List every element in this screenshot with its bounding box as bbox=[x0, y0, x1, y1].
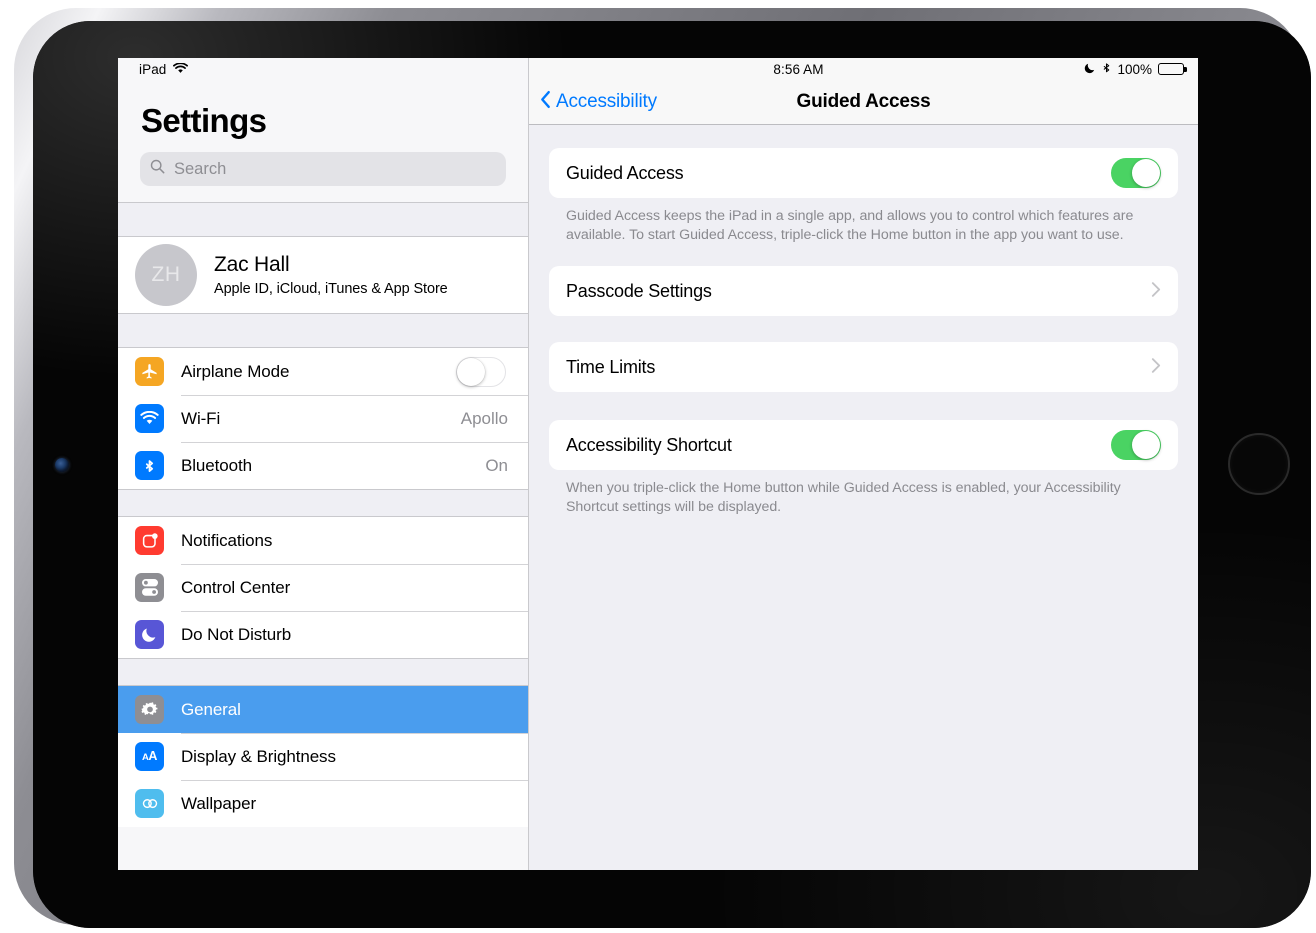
detail-pane: 8:56 AM 100% Accessibility Guided Access… bbox=[529, 58, 1198, 870]
sidebar-item-label: Display & Brightness bbox=[181, 746, 336, 766]
sidebar-group-separator bbox=[118, 489, 528, 517]
sidebar-item-wallpaper[interactable]: Wallpaper bbox=[118, 780, 528, 827]
back-button-label: Accessibility bbox=[556, 91, 657, 112]
sidebar-status-bar: iPad bbox=[118, 58, 528, 80]
avatar: ZH bbox=[135, 244, 197, 306]
wifi-icon bbox=[173, 62, 189, 77]
accessibility-shortcut-footnote: When you triple-click the Home button wh… bbox=[566, 480, 1121, 515]
sidebar-item-label: Do Not Disturb bbox=[181, 624, 292, 644]
detail-status-bar: 8:56 AM 100% bbox=[529, 58, 1198, 80]
sidebar-group-separator bbox=[118, 202, 528, 237]
front-camera-icon bbox=[55, 458, 69, 472]
sidebar-item-label: Bluetooth bbox=[181, 455, 252, 475]
sidebar-item-label: Airplane Mode bbox=[181, 361, 290, 381]
sidebar-item-general[interactable]: General bbox=[118, 686, 528, 733]
sidebar-item-bluetooth[interactable]: Bluetooth On bbox=[118, 442, 528, 489]
notifications-icon bbox=[135, 526, 164, 555]
moon-icon bbox=[1084, 62, 1096, 77]
gear-icon bbox=[135, 695, 164, 724]
time-limits-card: Time Limits bbox=[549, 342, 1178, 392]
sidebar-item-label: Notifications bbox=[181, 530, 273, 550]
sidebar-group-separator bbox=[118, 313, 528, 348]
bluetooth-icon bbox=[1102, 61, 1111, 78]
search-icon bbox=[150, 159, 165, 179]
settings-sidebar: iPad Settings Search ZH Zac Hall Apple I… bbox=[118, 58, 529, 870]
accessibility-shortcut-card: Accessibility Shortcut bbox=[549, 420, 1178, 470]
airplane-icon bbox=[135, 357, 164, 386]
sidebar-group-connectivity: Airplane Mode Wi-Fi Apollo Bluetooth On bbox=[118, 348, 528, 489]
sidebar-item-label: Wi-Fi bbox=[181, 408, 221, 428]
sidebar-item-do-not-disturb[interactable]: Do Not Disturb bbox=[118, 611, 528, 658]
guided-access-toggle[interactable] bbox=[1111, 158, 1161, 188]
sidebar-item-airplane-mode[interactable]: Airplane Mode bbox=[118, 348, 528, 395]
search-input[interactable] bbox=[174, 159, 496, 179]
text-size-icon: AA bbox=[135, 742, 164, 771]
search-box[interactable] bbox=[140, 152, 506, 186]
control-center-icon bbox=[135, 573, 164, 602]
accessibility-shortcut-label: Accessibility Shortcut bbox=[566, 434, 732, 455]
guided-access-card: Guided Access bbox=[549, 148, 1178, 198]
chevron-left-icon bbox=[540, 90, 551, 115]
battery-full-icon bbox=[1158, 63, 1187, 75]
sidebar-item-wifi[interactable]: Wi-Fi Apollo bbox=[118, 395, 528, 442]
sidebar-group-notifications: Notifications Control Center Do Not Dist… bbox=[118, 517, 528, 658]
sidebar-item-account[interactable]: ZH Zac Hall Apple ID, iCloud, iTunes & A… bbox=[118, 237, 528, 313]
chevron-right-icon bbox=[1151, 280, 1161, 302]
passcode-settings-card: Passcode Settings bbox=[549, 266, 1178, 316]
sidebar-item-control-center[interactable]: Control Center bbox=[118, 564, 528, 611]
chevron-right-icon bbox=[1151, 356, 1161, 378]
moon-icon bbox=[135, 620, 164, 649]
sidebar-item-notifications[interactable]: Notifications bbox=[118, 517, 528, 564]
wifi-network-value: Apollo bbox=[460, 408, 508, 428]
guided-access-row[interactable]: Guided Access bbox=[549, 148, 1178, 198]
passcode-settings-label: Passcode Settings bbox=[566, 280, 712, 301]
status-device-label: iPad bbox=[139, 61, 167, 77]
page-title: Settings bbox=[141, 102, 267, 139]
navigation-bar: Accessibility Guided Access bbox=[529, 80, 1198, 125]
home-button[interactable] bbox=[1228, 433, 1290, 495]
status-indicators: 100% bbox=[1084, 61, 1187, 78]
accessibility-shortcut-toggle[interactable] bbox=[1111, 430, 1161, 460]
sidebar-item-label: Wallpaper bbox=[181, 793, 257, 813]
time-limits-row[interactable]: Time Limits bbox=[549, 342, 1178, 392]
bluetooth-state-value: On bbox=[485, 455, 508, 475]
sidebar-item-label: Control Center bbox=[181, 577, 291, 597]
passcode-settings-row[interactable]: Passcode Settings bbox=[549, 266, 1178, 316]
sidebar-group-separator bbox=[118, 658, 528, 686]
search-container bbox=[118, 140, 528, 202]
guided-access-footnote: Guided Access keeps the iPad in a single… bbox=[566, 208, 1134, 243]
sidebar-group-general: General AA Display & Brightness Wallpape… bbox=[118, 686, 528, 827]
account-group: ZH Zac Hall Apple ID, iCloud, iTunes & A… bbox=[118, 237, 528, 313]
airplane-mode-toggle[interactable] bbox=[456, 356, 506, 387]
back-button[interactable]: Accessibility bbox=[529, 90, 657, 115]
accessibility-shortcut-row[interactable]: Accessibility Shortcut bbox=[549, 420, 1178, 470]
sidebar-item-label: General bbox=[181, 699, 241, 719]
bluetooth-icon bbox=[135, 451, 164, 480]
time-limits-label: Time Limits bbox=[566, 356, 656, 377]
wifi-icon bbox=[135, 404, 164, 433]
battery-percent-label: 100% bbox=[1117, 61, 1152, 77]
ipad-screen: iPad Settings Search ZH Zac Hall Apple I… bbox=[118, 58, 1198, 870]
account-name: Zac Hall bbox=[214, 253, 290, 276]
sidebar-item-display-brightness[interactable]: AA Display & Brightness bbox=[118, 733, 528, 780]
account-subtitle: Apple ID, iCloud, iTunes & App Store bbox=[214, 281, 448, 297]
wallpaper-icon bbox=[135, 789, 164, 818]
detail-content: Guided Access Guided Access keeps the iP… bbox=[529, 125, 1198, 870]
guided-access-label: Guided Access bbox=[566, 162, 684, 183]
